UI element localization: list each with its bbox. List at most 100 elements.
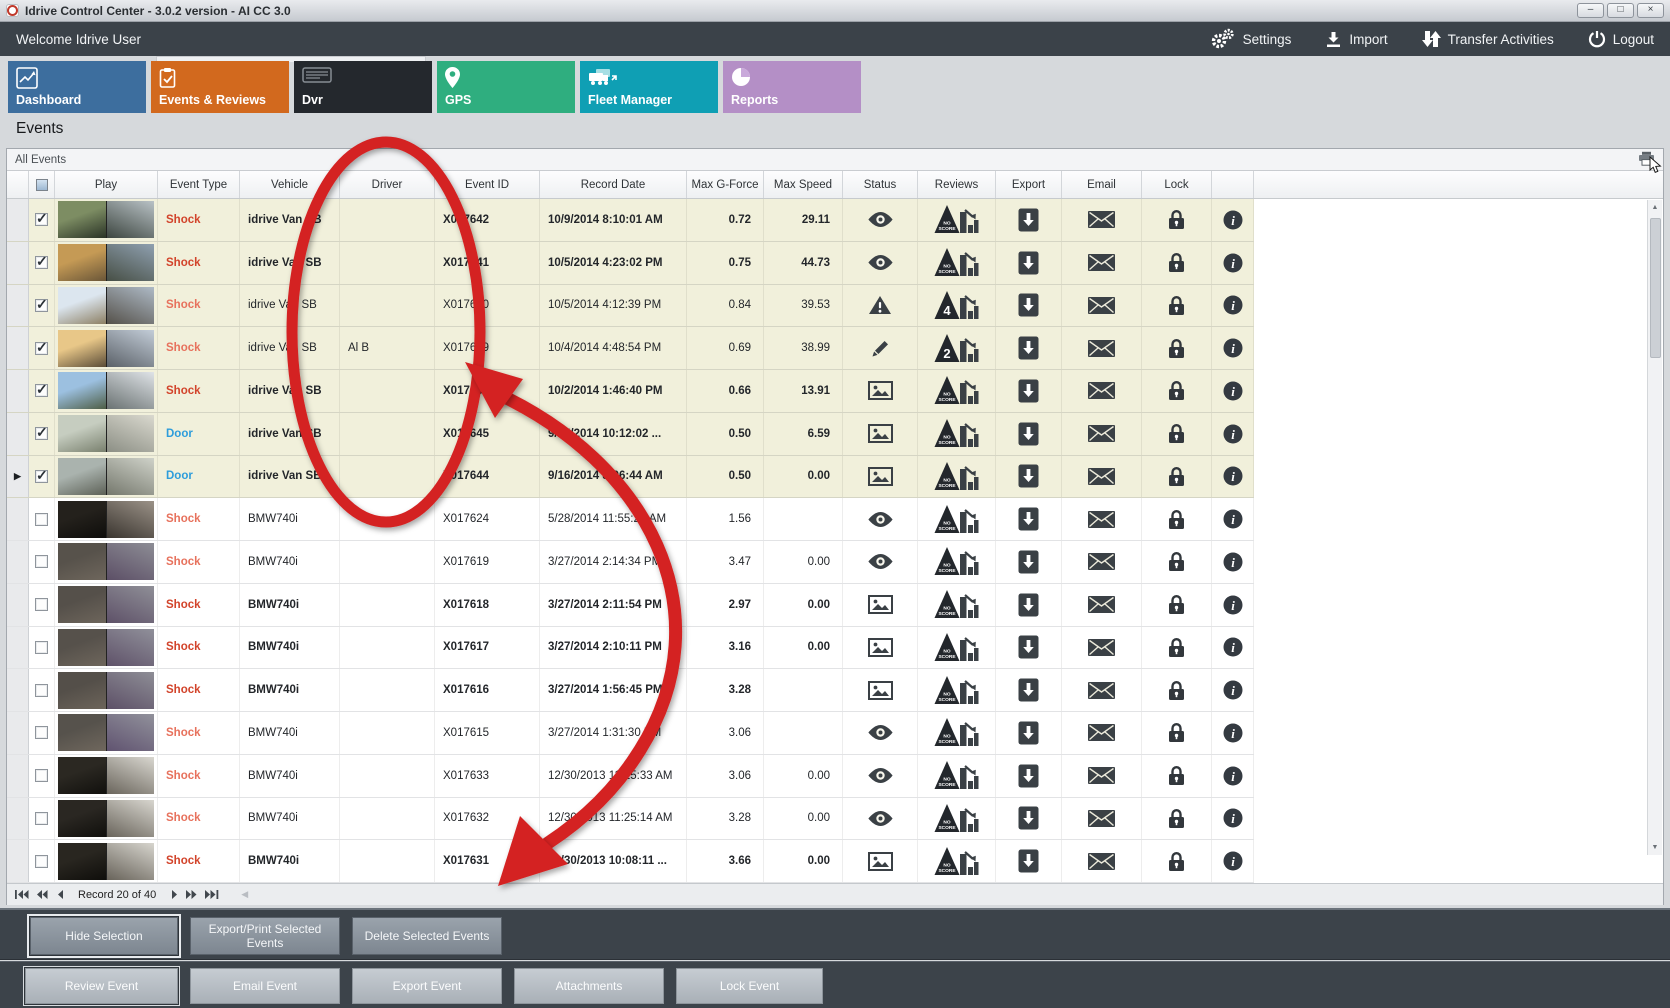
column-header-veh[interactable]: Vehicle [240,171,340,198]
pager-prev-button[interactable] [54,889,66,900]
event-thumbnail[interactable] [58,757,154,794]
column-header-status[interactable]: Status [843,171,918,198]
email-icon[interactable] [1062,456,1142,498]
info-icon[interactable]: i [1212,413,1254,455]
column-header-lock[interactable]: Lock [1142,171,1212,198]
lock-icon[interactable] [1142,413,1212,455]
email-icon[interactable] [1062,285,1142,327]
row-checkbox[interactable] [35,427,48,440]
hscroll-left-arrow[interactable]: ◀ [241,889,248,900]
lock-icon[interactable] [1142,327,1212,369]
event-thumbnail[interactable] [58,201,154,238]
export-icon[interactable] [996,370,1062,412]
attachments-button[interactable]: Attachments [514,968,664,1004]
info-icon[interactable]: i [1212,798,1254,840]
tab-fleet-manager[interactable]: Fleet Manager [580,61,718,113]
tab-dashboard[interactable]: Dashboard [8,61,146,113]
event-thumbnail[interactable] [58,415,154,452]
lock-icon[interactable] [1142,541,1212,583]
event-thumbnail[interactable] [58,714,154,751]
email-icon[interactable] [1062,413,1142,455]
info-icon[interactable]: i [1212,840,1254,882]
info-icon[interactable]: i [1212,541,1254,583]
table-row[interactable]: ShockBMW740iX0176183/27/2014 2:11:54 PM2… [7,584,1254,627]
lock-icon[interactable] [1142,798,1212,840]
column-header-chk[interactable] [29,171,55,198]
table-row[interactable]: ShockBMW740iX0176173/27/2014 2:10:11 PM3… [7,627,1254,670]
export-icon[interactable] [996,840,1062,882]
export-icon[interactable] [996,627,1062,669]
row-checkbox[interactable] [35,256,48,269]
info-icon[interactable]: i [1212,327,1254,369]
table-row[interactable]: ShockBMW740iX0176153/27/2014 1:31:30 PM3… [7,712,1254,755]
export-icon[interactable] [996,498,1062,540]
export-icon[interactable] [996,327,1062,369]
table-row[interactable]: Shockidrive Van SBX01763810/2/2014 1:46:… [7,370,1254,413]
table-row[interactable]: ShockBMW740iX01763212/30/2013 11:25:14 A… [7,798,1254,841]
email-icon[interactable] [1062,199,1142,241]
review-score-icon[interactable]: NOSCORE [918,541,996,583]
info-icon[interactable]: i [1212,456,1254,498]
review-score-icon[interactable]: NOSCORE [918,456,996,498]
column-header-type[interactable]: Event Type [158,171,240,198]
lock-icon[interactable] [1142,840,1212,882]
info-icon[interactable]: i [1212,199,1254,241]
table-row[interactable]: ShockBMW740iX0176193/27/2014 2:14:34 PM3… [7,541,1254,584]
info-icon[interactable]: i [1212,627,1254,669]
pager-fast-next-button[interactable] [184,889,199,900]
export-icon[interactable] [996,584,1062,626]
column-header-date[interactable]: Record Date [540,171,687,198]
export-icon[interactable] [996,199,1062,241]
export-icon[interactable] [996,413,1062,455]
email-event-button[interactable]: Email Event [190,968,340,1004]
pager-next-button[interactable] [168,889,180,900]
email-icon[interactable] [1062,712,1142,754]
review-score-icon[interactable]: NOSCORE [918,413,996,455]
row-checkbox[interactable] [35,855,48,868]
email-icon[interactable] [1062,498,1142,540]
row-checkbox[interactable] [35,555,48,568]
table-row[interactable]: Shockidrive Van SBX01764110/5/2014 4:23:… [7,242,1254,285]
action-settings[interactable]: Settings [1210,28,1292,50]
pager-last-button[interactable] [203,889,221,900]
row-checkbox[interactable] [35,726,48,739]
row-checkbox[interactable] [35,384,48,397]
event-thumbnail[interactable] [58,287,154,324]
review-score-icon[interactable]: NOSCORE [918,798,996,840]
event-thumbnail[interactable] [58,330,154,367]
tab-reports[interactable]: Reports [723,61,861,113]
lock-icon[interactable] [1142,456,1212,498]
table-row[interactable]: ShockBMW740iX01763112/30/2013 10:08:11 .… [7,840,1254,883]
action-logout[interactable]: Logout [1588,30,1654,48]
table-row[interactable]: Shockidrive Van SBAl BX01763910/4/2014 4… [7,327,1254,370]
event-thumbnail[interactable] [58,843,154,880]
export-icon[interactable] [996,242,1062,284]
row-checkbox[interactable] [35,213,48,226]
review-score-icon[interactable]: NOSCORE [918,370,996,412]
table-row[interactable]: ▶Dooridrive Van SBX0176449/16/2014 8:06:… [7,456,1254,499]
export-icon[interactable] [996,712,1062,754]
info-icon[interactable]: i [1212,498,1254,540]
review-score-icon[interactable]: NOSCORE [918,755,996,797]
column-header-ind[interactable] [7,171,29,198]
event-thumbnail[interactable] [58,672,154,709]
event-thumbnail[interactable] [58,800,154,837]
review-score-icon[interactable]: NOSCORE [918,584,996,626]
hide-selection-button[interactable]: Hide Selection [30,917,178,955]
table-row[interactable]: Shockidrive Van SBX01764010/5/2014 4:12:… [7,285,1254,328]
lock-icon[interactable] [1142,627,1212,669]
email-icon[interactable] [1062,541,1142,583]
review-score-icon[interactable]: NOSCORE [918,712,996,754]
email-icon[interactable] [1062,627,1142,669]
email-icon[interactable] [1062,669,1142,711]
column-header-g[interactable]: Max G-Force [687,171,764,198]
review-score-icon[interactable]: NOSCORE [918,627,996,669]
email-icon[interactable] [1062,798,1142,840]
delete-selected-events-button[interactable]: Delete Selected Events [352,917,502,955]
row-checkbox[interactable] [35,641,48,654]
info-icon[interactable]: i [1212,370,1254,412]
table-row[interactable]: Dooridrive Van SBX0176459/25/2014 10:12:… [7,413,1254,456]
email-icon[interactable] [1062,584,1142,626]
event-thumbnail[interactable] [58,244,154,281]
export-event-button[interactable]: Export Event [352,968,502,1004]
